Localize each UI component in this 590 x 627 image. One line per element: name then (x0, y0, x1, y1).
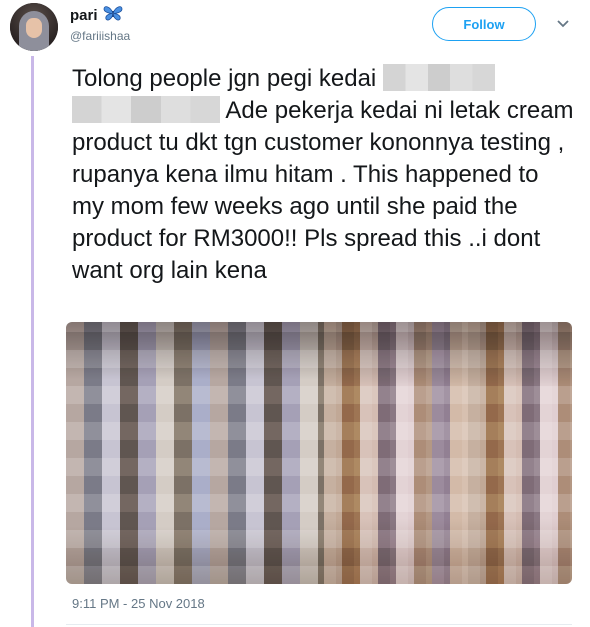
chevron-down-icon[interactable] (556, 16, 570, 30)
tweet-timestamp[interactable]: 9:11 PM - 25 Nov 2018 (72, 596, 205, 612)
redacted-shop-name-2 (72, 96, 220, 123)
avatar[interactable] (10, 3, 58, 51)
display-name[interactable]: pari (70, 7, 98, 25)
user-info: pari @fariiishaa (70, 5, 130, 45)
tweet-text: Tolong people jgn pegi kedai Ade pekerja… (72, 63, 577, 287)
thread-line (31, 56, 34, 627)
tweet-text-body: Ade pekerja kedai ni letak cream product… (72, 97, 574, 284)
butterfly-icon (103, 5, 123, 27)
follow-button[interactable]: Follow (432, 7, 536, 41)
user-handle[interactable]: @fariiishaa (70, 27, 130, 45)
redacted-shop-name (382, 64, 495, 91)
pixelation-overlay (66, 322, 572, 584)
divider (66, 624, 572, 625)
tweet-media-image[interactable] (66, 322, 572, 584)
tweet-text-start: Tolong people jgn pegi kedai (72, 65, 377, 92)
display-name-row[interactable]: pari (70, 5, 130, 27)
